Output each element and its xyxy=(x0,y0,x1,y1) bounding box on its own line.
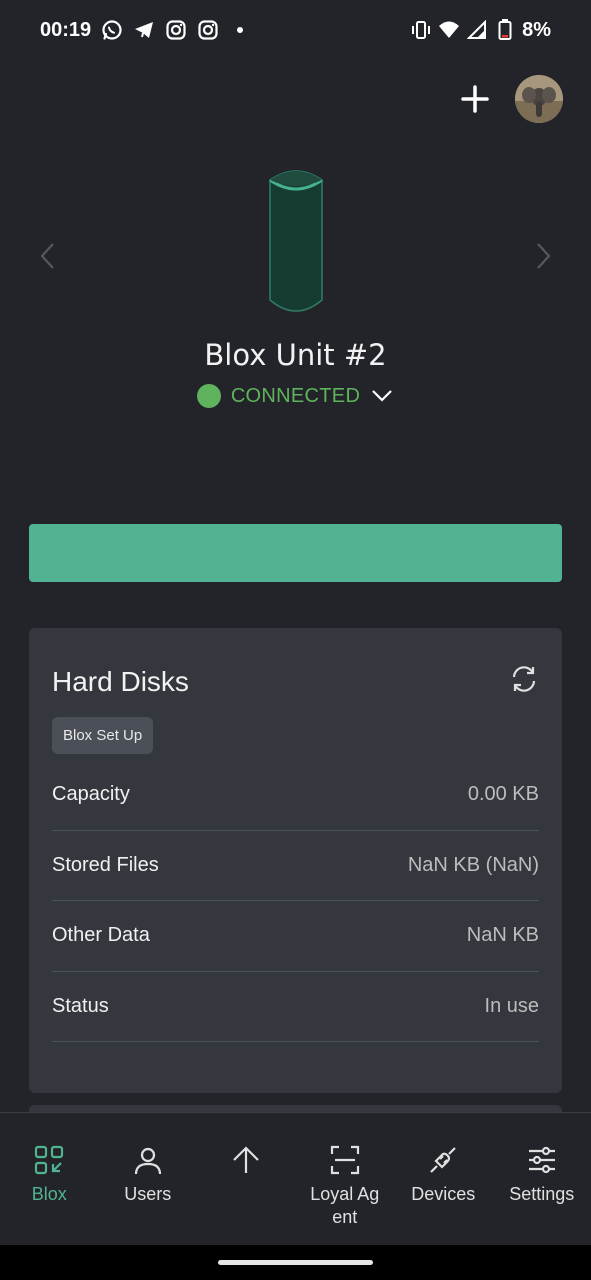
avatar[interactable] xyxy=(515,75,563,123)
battery-icon xyxy=(494,19,516,41)
signal-icon xyxy=(466,19,488,41)
nav-item-blox[interactable]: Blox xyxy=(0,1113,99,1245)
blox-icon xyxy=(32,1143,66,1177)
bottom-nav: Blox Users Loyal Agent Devices Settings xyxy=(0,1112,591,1245)
nav-item-settings[interactable]: Settings xyxy=(493,1113,591,1245)
connection-status-dropdown[interactable]: CONNECTED xyxy=(0,384,591,408)
status-dot xyxy=(196,384,221,408)
nav-item-upload[interactable] xyxy=(197,1113,296,1245)
nav-item-loyal-agent[interactable]: Loyal Agent xyxy=(296,1113,395,1245)
list-item: Status In use xyxy=(52,972,539,1042)
card-title: Hard Disks xyxy=(52,666,189,697)
header-actions xyxy=(457,75,563,123)
chevron-down-icon xyxy=(370,384,394,408)
whatsapp-icon xyxy=(101,19,123,41)
wifi-icon xyxy=(438,19,460,41)
next-device-button[interactable] xyxy=(529,236,559,276)
refresh-button[interactable] xyxy=(508,663,540,695)
row-label: Stored Files xyxy=(52,853,159,876)
connection-status: CONNECTED xyxy=(230,384,361,407)
clock: 00:19 xyxy=(40,18,92,41)
blox-device-image xyxy=(264,166,328,320)
sliders-icon xyxy=(525,1143,559,1177)
status-banner xyxy=(29,524,562,582)
vibrate-icon xyxy=(410,19,432,41)
instagram-icon xyxy=(165,19,187,41)
status-bar: 00:19 8% xyxy=(0,0,591,60)
hard-disks-card: Hard Disks Blox Set Up Capacity 0.00 KB … xyxy=(29,628,562,1093)
chevron-right-icon xyxy=(537,243,551,269)
plug-icon xyxy=(426,1143,460,1177)
chevron-left-icon xyxy=(40,243,54,269)
row-label: Capacity xyxy=(52,783,130,806)
disk-info-list: Capacity 0.00 KB Stored Files NaN KB (Na… xyxy=(52,760,539,1042)
nav-label: Devices xyxy=(411,1184,476,1204)
scan-icon xyxy=(328,1143,362,1177)
list-item: Capacity 0.00 KB xyxy=(52,760,539,831)
battery-percent: 8% xyxy=(522,18,551,41)
row-value: NaN KB xyxy=(466,924,539,947)
plus-icon xyxy=(461,85,489,113)
user-icon xyxy=(131,1143,165,1177)
refresh-icon xyxy=(512,666,536,692)
telegram-icon xyxy=(133,19,155,41)
list-item: Stored Files NaN KB (NaN) xyxy=(52,831,539,901)
device-name: Blox Unit #2 xyxy=(204,338,387,372)
row-value: 0.00 KB xyxy=(467,783,539,806)
upload-arrow-icon xyxy=(229,1143,263,1177)
nav-label: Loyal Agent xyxy=(310,1184,380,1227)
list-item: Other Data NaN KB xyxy=(52,901,539,972)
nav-label: Blox xyxy=(31,1184,67,1204)
elephant-avatar-icon xyxy=(515,75,563,123)
nav-label: Users xyxy=(124,1184,172,1204)
previous-device-button[interactable] xyxy=(32,236,62,276)
instagram-icon xyxy=(197,19,219,41)
nav-item-users[interactable]: Users xyxy=(99,1113,198,1245)
add-button[interactable] xyxy=(457,81,493,117)
dot-icon xyxy=(229,19,251,41)
row-value: NaN KB (NaN) xyxy=(407,853,539,876)
nav-item-devices[interactable]: Devices xyxy=(394,1113,493,1245)
row-value: In use xyxy=(484,994,539,1017)
row-label: Status xyxy=(52,994,109,1017)
blox-setup-chip[interactable]: Blox Set Up xyxy=(52,717,154,754)
row-label: Other Data xyxy=(52,924,150,947)
gesture-handle[interactable] xyxy=(218,1260,373,1265)
nav-label: Settings xyxy=(509,1184,575,1204)
